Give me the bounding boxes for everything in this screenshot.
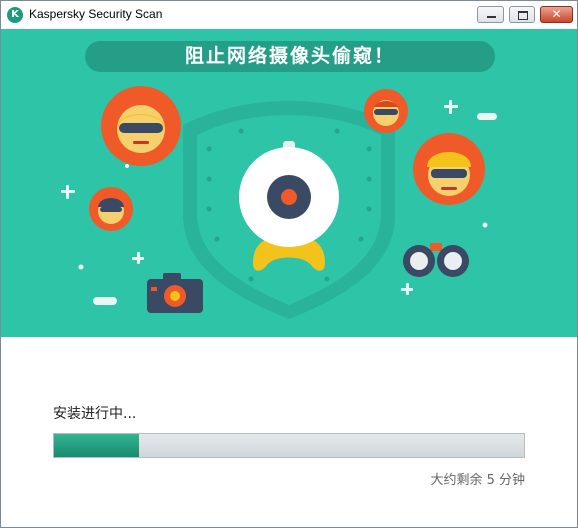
time-remaining-text: 大约剩余 5 分钟 — [430, 473, 525, 488]
maximize-button[interactable] — [509, 6, 535, 23]
slogan-text: 阻止网络摄像头偷窥！ — [184, 45, 395, 67]
spy-face-small-icon — [364, 89, 408, 133]
spy-face-hat-icon — [413, 133, 485, 205]
kaspersky-logo-icon: K — [7, 7, 23, 23]
promo-banner: 阻止网络摄像头偷窥！ — [1, 29, 577, 337]
install-progress-bar — [53, 433, 525, 458]
title-bar[interactable]: K Kaspersky Security Scan ✕ — [1, 1, 577, 29]
installer-window: K Kaspersky Security Scan ✕ 阻止网络摄像头偷窥！ 安… — [0, 0, 578, 528]
slogan-banner: 阻止网络摄像头偷窥！ — [85, 41, 495, 72]
spy-face-boy-icon — [89, 187, 133, 231]
webcam-privacy-illustration — [61, 86, 497, 319]
photo-camera-icon — [147, 273, 203, 313]
close-button[interactable]: ✕ — [540, 6, 573, 23]
minimize-button[interactable] — [477, 6, 504, 23]
binoculars-icon — [403, 243, 469, 277]
install-status-text: 安装进行中... — [53, 406, 137, 422]
window-title: Kaspersky Security Scan — [29, 7, 163, 21]
maximize-icon — [518, 11, 528, 20]
install-progress-panel: 安装进行中... 大约剩余 5 分钟 — [1, 337, 577, 527]
progress-bar-fill — [54, 434, 139, 457]
minimize-icon — [487, 16, 496, 18]
spy-face-female-icon — [101, 86, 181, 166]
close-icon: ✕ — [551, 7, 562, 21]
